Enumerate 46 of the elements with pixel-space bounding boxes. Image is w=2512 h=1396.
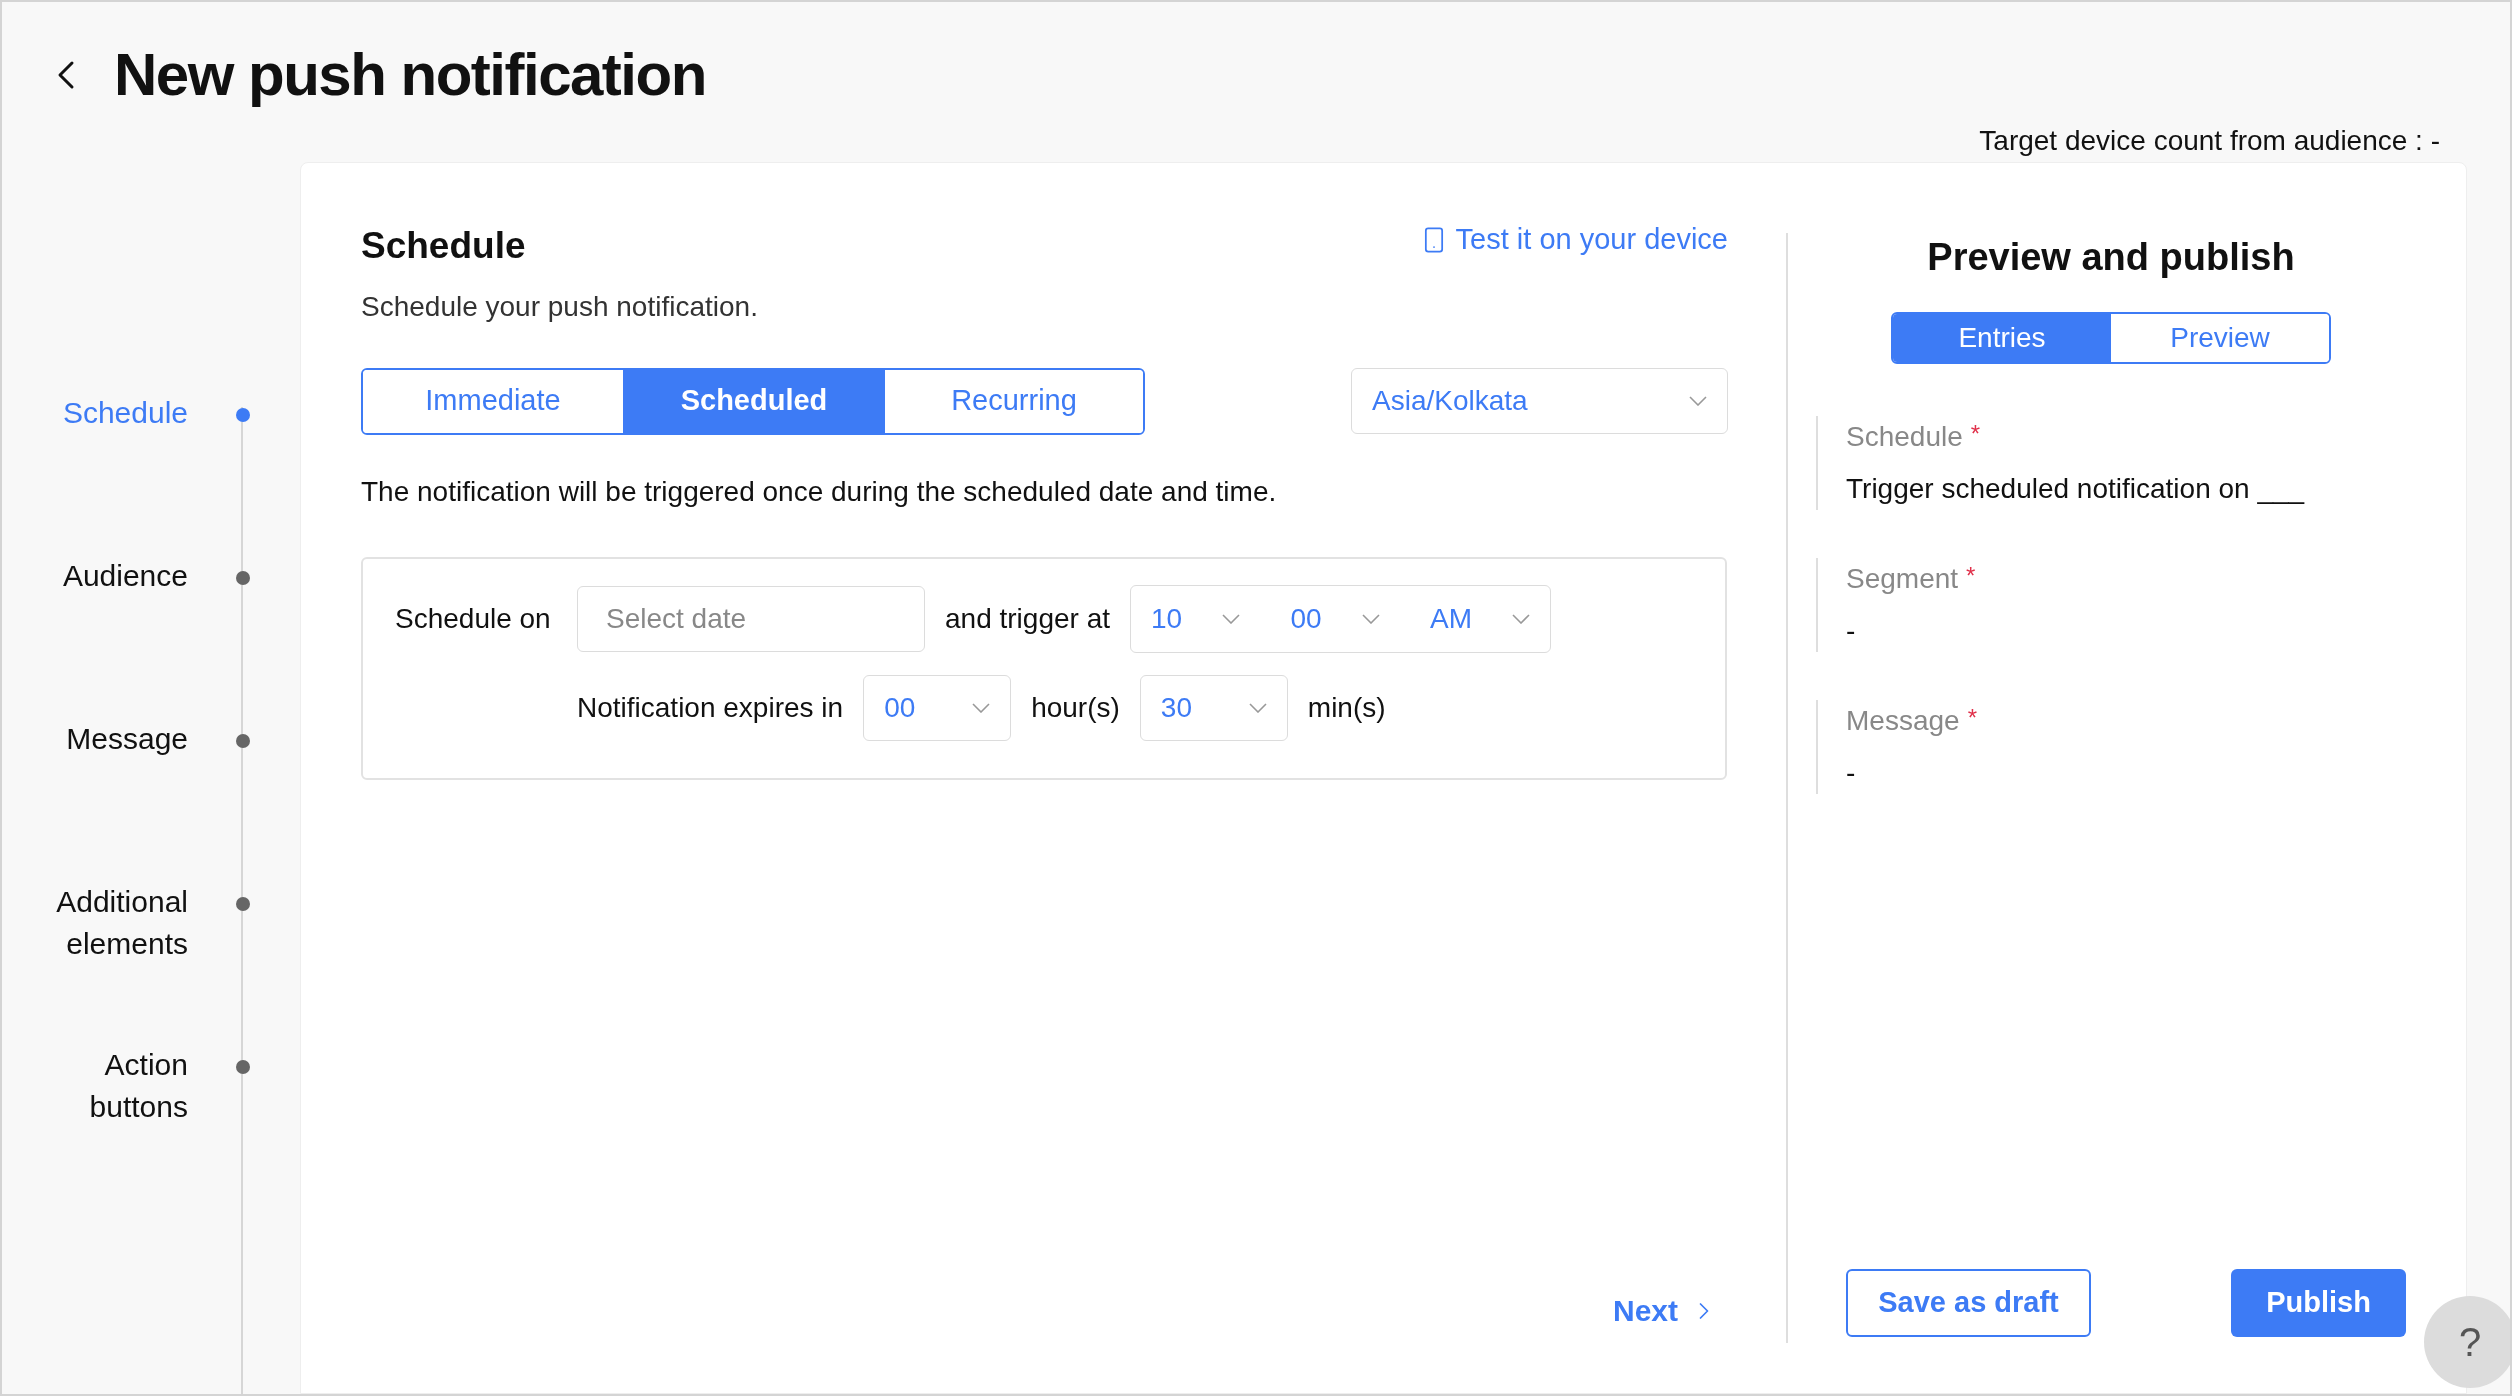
entry-value: - — [1846, 614, 1857, 648]
chevron-down-icon — [1512, 613, 1530, 624]
chevron-down-icon — [1222, 613, 1241, 624]
timezone-select[interactable]: Asia/Kolkata — [1351, 367, 1728, 434]
preview-tab[interactable]: Entries — [1893, 314, 2111, 362]
entry-label: Segment — [1846, 562, 1959, 596]
publish-button[interactable]: Publish — [2231, 1269, 2406, 1337]
mode-tab[interactable]: Recurring — [883, 369, 1143, 433]
time-value: 10 — [1151, 601, 1183, 636]
entry-label: Message — [1846, 704, 1960, 738]
save-draft-button[interactable]: Save as draft — [1846, 1269, 2091, 1337]
preview-title: Preview and publish — [1926, 235, 2296, 280]
minutes-unit: min(s) — [1307, 690, 1386, 725]
required-mark: * — [1970, 419, 1981, 449]
entry-label: Schedule — [1846, 420, 1963, 454]
step-label[interactable]: Message — [2, 718, 188, 760]
target-device-count: Target device count from audience : - — [1979, 124, 2440, 158]
entry-value: Trigger scheduled notification on ___ — [1846, 472, 2306, 506]
hours-unit: hour(s) — [1031, 690, 1120, 725]
next-button[interactable]: Next — [1612, 1288, 1718, 1333]
chevron-down-icon — [1361, 613, 1380, 624]
chevron-down-icon — [972, 702, 991, 713]
minutes-select[interactable]: 30 — [1139, 674, 1288, 741]
time-value: 00 — [1290, 601, 1322, 636]
required-mark: * — [1967, 703, 1977, 733]
section-subtitle: Schedule your push notification. — [361, 289, 758, 324]
test-device-link[interactable]: Test it on your device — [1419, 218, 1728, 262]
step-label[interactable]: Action buttons — [2, 1044, 188, 1128]
date-field[interactable]: Select date — [577, 585, 925, 652]
schedule-description: The notification will be triggered once during the scheduled date and time. — [361, 474, 1278, 509]
time-value: AM — [1430, 601, 1472, 636]
chevron-down-icon — [1689, 395, 1707, 406]
entry-value: - — [1846, 756, 1857, 790]
mode-tab[interactable]: Scheduled — [623, 369, 883, 433]
section-title: Schedule — [361, 224, 527, 268]
trigger-label: and trigger at — [945, 601, 1110, 636]
hours-select[interactable]: 00 — [863, 674, 1012, 741]
expires-label: Notification expires in — [577, 690, 844, 725]
step-label[interactable]: Audience — [2, 555, 188, 597]
page-title: New push notification — [114, 40, 706, 110]
step-label[interactable]: Schedule — [2, 392, 188, 434]
chevron-down-icon — [1248, 702, 1267, 713]
step-label[interactable]: Additional elements — [2, 881, 188, 965]
required-mark: * — [1966, 561, 1976, 591]
schedule-on-label: Schedule on — [395, 601, 552, 636]
time-select[interactable]: 10 00 AM — [1130, 584, 1551, 653]
